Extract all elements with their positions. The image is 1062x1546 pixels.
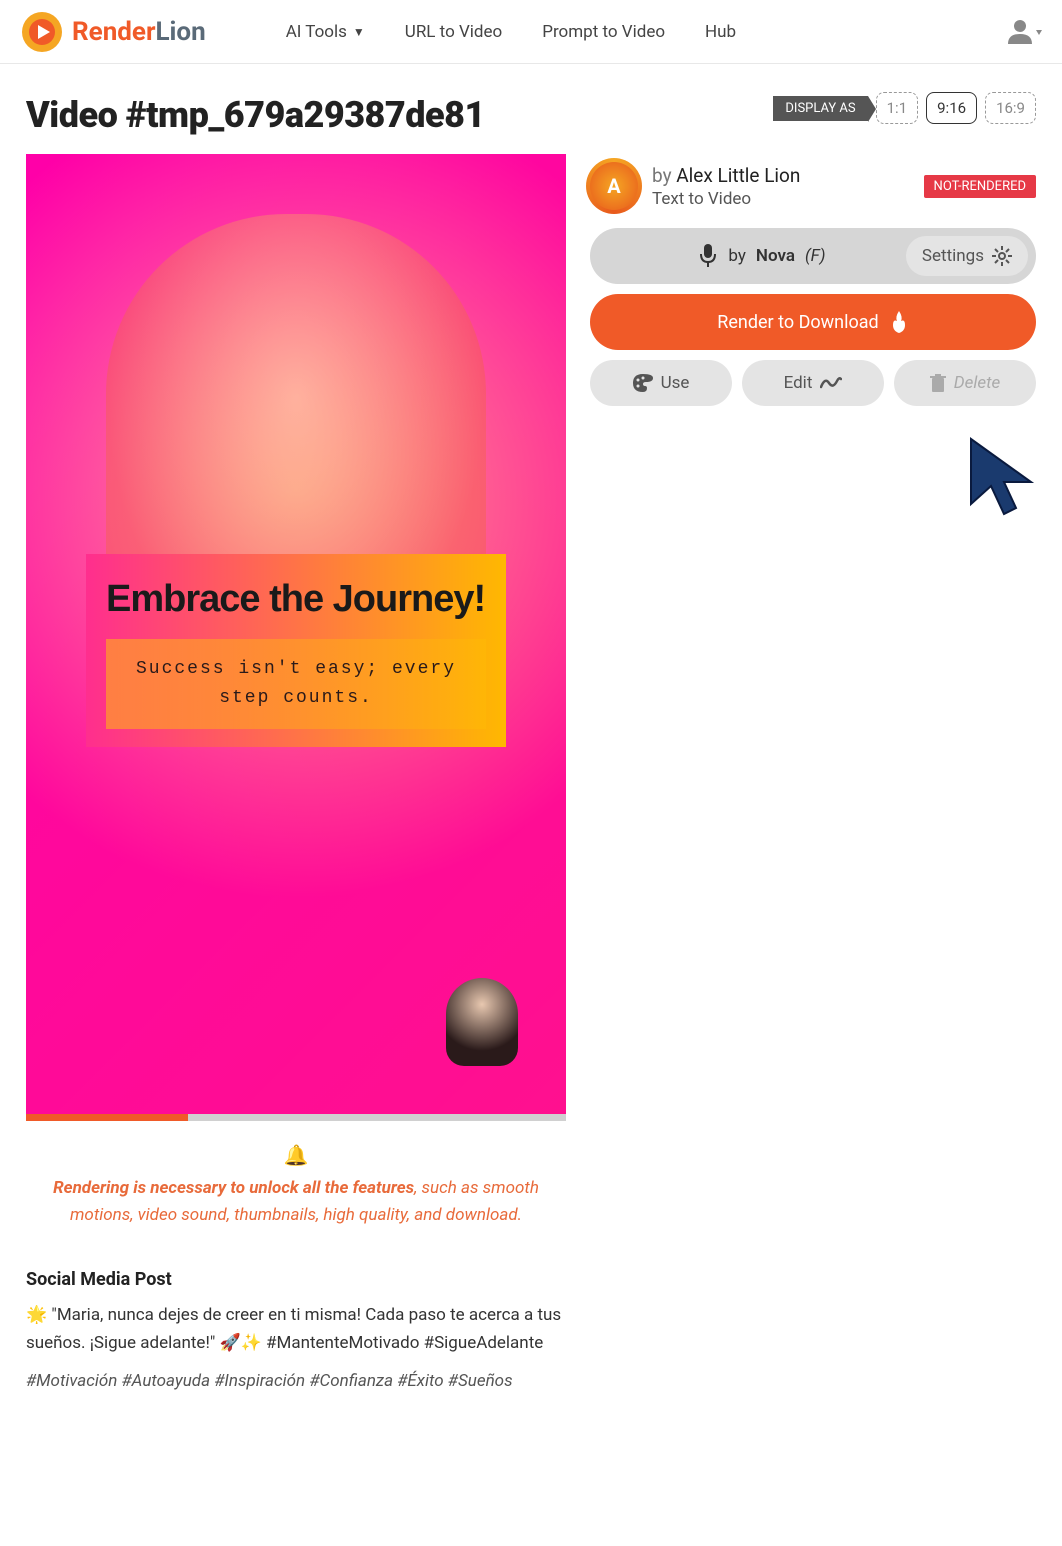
author-name[interactable]: Alex Little Lion [676,164,800,187]
display-as-group: DISPLAY AS 1:1 9:16 16:9 [773,92,1036,124]
brand-text: RenderLion [72,17,206,47]
scribble-icon [820,375,842,391]
nav-ai-tools[interactable]: AI Tools▼ [286,22,365,42]
nav-prompt-to-video[interactable]: Prompt to Video [542,22,665,42]
social-tags: #Motivación #Autoayuda #Inspiración #Con… [26,1371,566,1391]
action-row: Use Edit Delete [590,360,1036,406]
video-preview[interactable]: Embrace the Journey! Success isn't easy;… [26,154,566,1114]
preview-subline: Success isn't easy; every step counts. [106,639,486,729]
cursor-icon [966,434,1046,524]
mic-icon [698,244,718,268]
render-button[interactable]: Render to Download [590,294,1036,350]
preview-overlay: Embrace the Journey! Success isn't easy;… [86,554,506,747]
voice-bar: by Nova (F) Settings [590,228,1036,284]
by-label: by [652,164,676,187]
trash-icon [930,374,946,392]
delete-button[interactable]: Delete [894,360,1036,406]
bell-icon: 🔔 [50,1143,542,1167]
video-type: Text to Video [652,189,910,209]
fire-icon [889,311,909,333]
ratio-16-9[interactable]: 16:9 [985,92,1036,124]
nav-hub[interactable]: Hub [705,22,736,42]
top-nav: RenderLion AI Tools▼ URL to Video Prompt… [0,0,1062,64]
settings-button[interactable]: Settings [906,236,1028,276]
display-as-label: DISPLAY AS [773,96,867,121]
social-heading: Social Media Post [26,1269,566,1290]
social-section: Social Media Post 🌟 "Maria, nunca dejes … [26,1269,566,1390]
ratio-1-1[interactable]: 1:1 [876,92,919,124]
author-avatar[interactable]: A [590,162,638,210]
lion-icon [20,10,64,54]
edit-button[interactable]: Edit [742,360,884,406]
nav-url-to-video[interactable]: URL to Video [405,22,502,42]
preview-headline: Embrace the Journey! [106,578,486,621]
ratio-9-16[interactable]: 9:16 [926,92,977,124]
main-nav: AI Tools▼ URL to Video Prompt to Video H… [286,22,1006,42]
render-notice: 🔔 Rendering is necessary to unlock all t… [26,1143,566,1229]
page-title: Video #tmp_679a29387de81 [26,94,485,136]
user-menu[interactable] [1006,18,1042,46]
author-row: A by Alex Little Lion Text to Video NOT-… [590,162,1036,210]
presenter-avatar [446,978,518,1066]
voice-selector[interactable]: by Nova (F) [618,244,906,268]
status-badge: NOT-RENDERED [924,175,1036,198]
social-body: 🌟 "Maria, nunca dejes de creer en ti mis… [26,1302,566,1356]
brand-logo[interactable]: RenderLion [20,10,206,54]
gear-icon [992,246,1012,266]
preview-progress[interactable] [26,1114,566,1121]
chevron-down-icon: ▼ [353,25,365,39]
use-button[interactable]: Use [590,360,732,406]
palette-icon [633,374,653,392]
